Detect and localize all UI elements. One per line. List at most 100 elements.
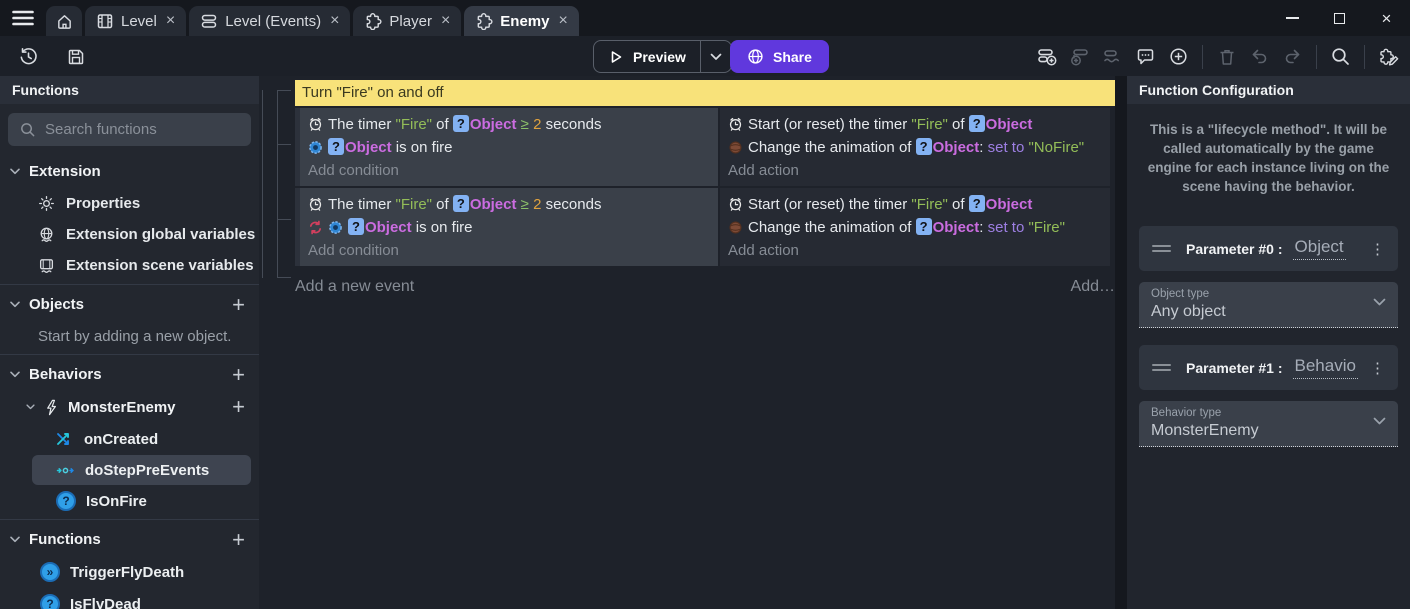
sheet-footer: Add a new event Add… (295, 278, 1115, 296)
parameter-row-1[interactable]: Parameter #1 : Behavio ⋮ (1139, 345, 1398, 390)
sidebar-item-extension-scene-variables[interactable]: Extension scene variables (0, 250, 259, 281)
tab-level[interactable]: Level × (85, 6, 186, 36)
close-tab-icon[interactable]: × (166, 12, 175, 30)
maximize-icon (1334, 13, 1345, 24)
add-subevent-icon[interactable] (1066, 43, 1093, 70)
condition-is-on-fire[interactable]: ?Object is on fire (300, 136, 718, 159)
parameter-name-input[interactable]: Behavio (1293, 356, 1358, 379)
sidebar-divider (0, 284, 259, 285)
delete-icon[interactable] (1213, 43, 1240, 70)
sidebar-item-isflydead[interactable]: ? IsFlyDead (0, 588, 259, 609)
minimize-button[interactable] (1269, 0, 1316, 36)
method-label: IsOnFire (86, 493, 147, 510)
kebab-menu-icon[interactable]: ⋮ (1370, 240, 1385, 258)
parameter-label: Parameter #1 : (1186, 360, 1283, 376)
tab-enemy[interactable]: Enemy × (464, 6, 579, 36)
object-type-select[interactable]: Object type Any object (1139, 282, 1398, 328)
sidebar-item-properties[interactable]: Properties (0, 188, 259, 219)
sheet: Turn "Fire" on and off The timer "Fire" … (295, 80, 1115, 296)
parameter-row-0[interactable]: Parameter #0 : Object ⋮ (1139, 226, 1398, 271)
share-button[interactable]: Share (730, 40, 829, 73)
panel-title: Function Configuration (1127, 76, 1410, 104)
action-change-animation[interactable]: Change the animation of ?Object: set to … (720, 216, 1110, 239)
history-icon[interactable] (15, 43, 42, 70)
search-icon[interactable] (1327, 43, 1354, 70)
section-label: Behaviors (29, 366, 102, 383)
add-object-button[interactable]: + (232, 294, 245, 316)
edit-extension-icon[interactable] (1375, 43, 1402, 70)
condition-timer[interactable]: The timer "Fire" of ?Object ≥ 2 seconds (300, 193, 718, 216)
add-action-link[interactable]: Add action (720, 239, 1110, 262)
add-behavior-button[interactable]: + (232, 364, 245, 386)
maximize-button[interactable] (1316, 0, 1363, 36)
dosteppreevents-icon (56, 465, 75, 476)
function-label: IsFlyDead (70, 596, 141, 609)
object-param-badge: ? (453, 195, 469, 212)
undo-icon[interactable] (1246, 43, 1273, 70)
tab-level-events[interactable]: Level (Events) × (189, 6, 350, 36)
conditions-column: The timer "Fire" of ?Object ≥ 2 seconds … (295, 188, 718, 266)
sidebar-item-oncreated[interactable]: onCreated (0, 424, 259, 454)
chevron-down-icon (710, 53, 722, 61)
save-icon[interactable] (62, 43, 89, 70)
add-function-button[interactable]: + (232, 529, 245, 551)
project-manager-menu-icon[interactable] (12, 10, 34, 26)
action-start-timer[interactable]: Start (or reset) the timer "Fire" of ?Ob… (720, 113, 1110, 136)
add-circle-icon[interactable] (1165, 43, 1192, 70)
search-functions-input[interactable] (45, 121, 240, 138)
event-row[interactable]: The timer "Fire" of ?Object ≥ 2 seconds … (295, 188, 1115, 266)
drag-handle-icon[interactable] (1152, 364, 1171, 371)
kebab-menu-icon[interactable]: ⋮ (1370, 359, 1385, 377)
behavior-type-select[interactable]: Behavior type MonsterEnemy (1139, 401, 1398, 447)
behavior-gear-icon (308, 140, 323, 155)
add-comment-icon[interactable] (1132, 43, 1159, 70)
condition-is-on-fire-inverted[interactable]: ?Object is on fire (300, 216, 718, 239)
select-label: Behavior type (1151, 407, 1386, 419)
sidebar-item-isonfire[interactable]: ? IsOnFire (0, 486, 259, 516)
close-tab-icon[interactable]: × (559, 12, 568, 30)
behavior-function-icon: ? (56, 491, 76, 511)
redo-icon[interactable] (1279, 43, 1306, 70)
drag-handle-icon[interactable] (1152, 245, 1171, 252)
section-behaviors[interactable]: Behaviors + (0, 358, 259, 391)
add-behavior-function-button[interactable]: + (232, 396, 245, 418)
tab-player[interactable]: Player × (353, 6, 461, 36)
preview-options-button[interactable] (700, 41, 731, 72)
section-label: Objects (29, 296, 84, 313)
section-extension[interactable]: Extension (0, 155, 259, 188)
condition-timer[interactable]: The timer "Fire" of ?Object ≥ 2 seconds (300, 113, 718, 136)
add-new-event-link[interactable]: Add a new event (295, 278, 414, 296)
behavior-monsterenemy[interactable]: MonsterEnemy + (0, 391, 259, 423)
item-label: Extension scene variables (66, 257, 254, 274)
search-functions-box[interactable] (8, 113, 251, 146)
add-condition-link[interactable]: Add condition (300, 239, 718, 262)
section-label: Functions (29, 531, 101, 548)
scene-icon (96, 12, 114, 30)
add-more-link[interactable]: Add… (1071, 278, 1115, 296)
parameter-name-input[interactable]: Object (1293, 237, 1346, 260)
add-condition-link[interactable]: Add condition (300, 159, 718, 182)
add-action-link[interactable]: Add action (720, 159, 1110, 182)
toolbar: Preview Share (0, 36, 1410, 76)
action-change-animation[interactable]: Change the animation of ?Object: set to … (720, 136, 1110, 159)
event-row[interactable]: The timer "Fire" of ?Object ≥ 2 seconds … (295, 108, 1115, 186)
sidebar-item-extension-global-variables[interactable]: Extension global variables (0, 219, 259, 250)
close-tab-icon[interactable]: × (330, 12, 339, 30)
action-start-timer[interactable]: Start (or reset) the timer "Fire" of ?Ob… (720, 193, 1110, 216)
close-tab-icon[interactable]: × (441, 12, 450, 30)
sidebar-item-triggerflydeath[interactable]: » TriggerFlyDeath (0, 556, 259, 588)
section-functions[interactable]: Functions + (0, 523, 259, 556)
close-button[interactable]: × (1363, 0, 1410, 36)
tab-home[interactable] (46, 6, 82, 36)
behavior-name: MonsterEnemy (68, 399, 176, 416)
preview-button[interactable]: Preview (594, 41, 700, 72)
section-objects[interactable]: Objects + (0, 288, 259, 321)
panel-splitter[interactable] (1115, 76, 1127, 609)
add-event-icon[interactable] (1033, 43, 1060, 70)
play-icon (608, 49, 624, 65)
add-other-event-icon[interactable] (1099, 43, 1126, 70)
sidebar-item-dosteppreevents[interactable]: doStepPreEvents (32, 455, 251, 485)
animation-icon (728, 140, 743, 155)
event-comment[interactable]: Turn "Fire" on and off (295, 80, 1115, 106)
minimize-icon (1286, 17, 1299, 19)
